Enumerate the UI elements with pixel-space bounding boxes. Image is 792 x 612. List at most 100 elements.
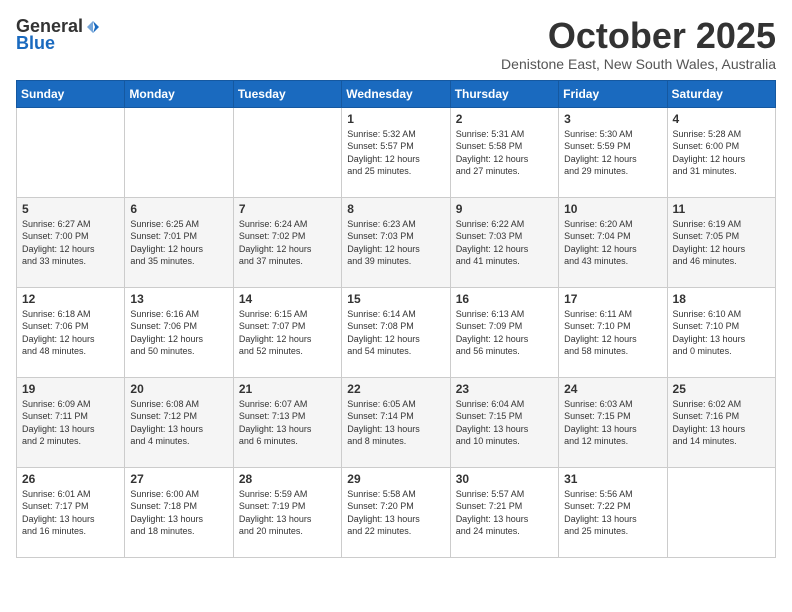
day-info: Sunrise: 6:27 AMSunset: 7:00 PMDaylight:… [22,218,119,268]
day-number: 11 [673,202,770,216]
day-number: 20 [130,382,227,396]
day-info: Sunrise: 6:03 AMSunset: 7:15 PMDaylight:… [564,398,661,448]
calendar-cell: 19 Sunrise: 6:09 AMSunset: 7:11 PMDayligh… [17,377,125,467]
day-of-week-header: Sunday [17,80,125,107]
calendar-cell: 27Sunrise: 6:00 AMSunset: 7:18 PMDayligh… [125,467,233,557]
calendar-cell [17,107,125,197]
day-info: Sunrise: 6:11 AMSunset: 7:10 PMDaylight:… [564,308,661,358]
calendar-cell: 12 Sunrise: 6:18 AMSunset: 7:06 PMDayligh… [17,287,125,377]
day-info: Sunrise: 6:24 AMSunset: 7:02 PMDaylight:… [239,218,336,268]
calendar-cell [125,107,233,197]
day-of-week-header: Friday [559,80,667,107]
day-of-week-header: Tuesday [233,80,341,107]
logo-blue-text: Blue [16,33,55,54]
day-of-week-header: Wednesday [342,80,450,107]
calendar-cell: 16Sunrise: 6:13 AMSunset: 7:09 PMDayligh… [450,287,558,377]
day-info: Sunrise: 6:18 AMSunset: 7:06 PMDaylight:… [22,308,119,358]
calendar-cell: 6 Sunrise: 6:25 AMSunset: 7:01 PMDaylight… [125,197,233,287]
calendar-cell: 25 Sunrise: 6:02 AMSunset: 7:16 PMDayligh… [667,377,775,467]
day-info: Sunrise: 5:56 AMSunset: 7:22 PMDaylight:… [564,488,661,538]
calendar-week-row: 5 Sunrise: 6:27 AMSunset: 7:00 PMDaylight… [17,197,776,287]
calendar-week-row: 12 Sunrise: 6:18 AMSunset: 7:06 PMDayligh… [17,287,776,377]
day-of-week-header: Thursday [450,80,558,107]
day-info: Sunrise: 6:20 AMSunset: 7:04 PMDaylight:… [564,218,661,268]
calendar-cell: 22 Sunrise: 6:05 AMSunset: 7:14 PMDayligh… [342,377,450,467]
day-info: Sunrise: 6:14 AMSunset: 7:08 PMDaylight:… [347,308,444,358]
calendar-cell: 4Sunrise: 5:28 AMSunset: 6:00 PMDaylight… [667,107,775,197]
calendar-cell: 26 Sunrise: 6:01 AMSunset: 7:17 PMDayligh… [17,467,125,557]
day-info: Sunrise: 6:10 AMSunset: 7:10 PMDaylight:… [673,308,770,358]
calendar-cell: 3 Sunrise: 5:30 AMSunset: 5:59 PMDaylight… [559,107,667,197]
day-info: Sunrise: 6:16 AMSunset: 7:06 PMDaylight:… [130,308,227,358]
month-title: October 2025 [501,16,776,56]
day-number: 16 [456,292,553,306]
calendar-cell [233,107,341,197]
day-number: 28 [239,472,336,486]
calendar-cell: 13Sunrise: 6:16 AMSunset: 7:06 PMDayligh… [125,287,233,377]
day-number: 12 [22,292,119,306]
day-number: 25 [673,382,770,396]
day-number: 3 [564,112,661,126]
calendar-cell: 10 Sunrise: 6:20 AMSunset: 7:04 PMDayligh… [559,197,667,287]
day-number: 1 [347,112,444,126]
calendar-cell: 5 Sunrise: 6:27 AMSunset: 7:00 PMDaylight… [17,197,125,287]
calendar-cell: 31Sunrise: 5:56 AMSunset: 7:22 PMDayligh… [559,467,667,557]
day-info: Sunrise: 5:58 AMSunset: 7:20 PMDaylight:… [347,488,444,538]
calendar-week-row: 1 Sunrise: 5:32 AMSunset: 5:57 PMDaylight… [17,107,776,197]
day-info: Sunrise: 5:59 AMSunset: 7:19 PMDaylight:… [239,488,336,538]
day-number: 18 [673,292,770,306]
day-number: 30 [456,472,553,486]
day-number: 26 [22,472,119,486]
calendar-cell: 21Sunrise: 6:07 AMSunset: 7:13 PMDayligh… [233,377,341,467]
day-info: Sunrise: 6:02 AMSunset: 7:16 PMDaylight:… [673,398,770,448]
header: General Blue October 2025 Denistone East… [16,16,776,72]
calendar-cell: 14 Sunrise: 6:15 AMSunset: 7:07 PMDayligh… [233,287,341,377]
calendar-cell: 18 Sunrise: 6:10 AMSunset: 7:10 PMDayligh… [667,287,775,377]
day-info: Sunrise: 5:30 AMSunset: 5:59 PMDaylight:… [564,128,661,178]
logo: General Blue [16,16,101,54]
day-info: Sunrise: 6:23 AMSunset: 7:03 PMDaylight:… [347,218,444,268]
day-info: Sunrise: 6:09 AMSunset: 7:11 PMDaylight:… [22,398,119,448]
day-number: 6 [130,202,227,216]
day-number: 9 [456,202,553,216]
calendar-cell: 20Sunrise: 6:08 AMSunset: 7:12 PMDayligh… [125,377,233,467]
day-info: Sunrise: 5:57 AMSunset: 7:21 PMDaylight:… [456,488,553,538]
day-number: 7 [239,202,336,216]
calendar-cell: 8 Sunrise: 6:23 AMSunset: 7:03 PMDaylight… [342,197,450,287]
calendar-cell: 30 Sunrise: 5:57 AMSunset: 7:21 PMDayligh… [450,467,558,557]
day-info: Sunrise: 6:05 AMSunset: 7:14 PMDaylight:… [347,398,444,448]
day-info: Sunrise: 5:31 AMSunset: 5:58 PMDaylight:… [456,128,553,178]
day-number: 29 [347,472,444,486]
day-info: Sunrise: 6:22 AMSunset: 7:03 PMDaylight:… [456,218,553,268]
day-info: Sunrise: 6:04 AMSunset: 7:15 PMDaylight:… [456,398,553,448]
day-number: 8 [347,202,444,216]
day-info: Sunrise: 6:15 AMSunset: 7:07 PMDaylight:… [239,308,336,358]
calendar-cell [667,467,775,557]
day-number: 22 [347,382,444,396]
calendar-cell: 17Sunrise: 6:11 AMSunset: 7:10 PMDayligh… [559,287,667,377]
calendar-cell: 9 Sunrise: 6:22 AMSunset: 7:03 PMDaylight… [450,197,558,287]
day-number: 24 [564,382,661,396]
day-number: 10 [564,202,661,216]
calendar-week-row: 26 Sunrise: 6:01 AMSunset: 7:17 PMDayligh… [17,467,776,557]
day-info: Sunrise: 6:25 AMSunset: 7:01 PMDaylight:… [130,218,227,268]
calendar-cell: 11Sunrise: 6:19 AMSunset: 7:05 PMDayligh… [667,197,775,287]
calendar-cell: 15Sunrise: 6:14 AMSunset: 7:08 PMDayligh… [342,287,450,377]
logo-icon [85,19,101,35]
day-number: 19 [22,382,119,396]
calendar-cell: 1 Sunrise: 5:32 AMSunset: 5:57 PMDaylight… [342,107,450,197]
day-number: 2 [456,112,553,126]
day-info: Sunrise: 5:32 AMSunset: 5:57 PMDaylight:… [347,128,444,178]
day-info: Sunrise: 6:01 AMSunset: 7:17 PMDaylight:… [22,488,119,538]
day-info: Sunrise: 5:28 AMSunset: 6:00 PMDaylight:… [673,128,770,178]
calendar-cell: 29 Sunrise: 5:58 AMSunset: 7:20 PMDayligh… [342,467,450,557]
day-number: 23 [456,382,553,396]
day-info: Sunrise: 6:00 AMSunset: 7:18 PMDaylight:… [130,488,227,538]
calendar-cell: 24 Sunrise: 6:03 AMSunset: 7:15 PMDayligh… [559,377,667,467]
day-number: 5 [22,202,119,216]
calendar-week-row: 19 Sunrise: 6:09 AMSunset: 7:11 PMDayligh… [17,377,776,467]
calendar-cell: 23 Sunrise: 6:04 AMSunset: 7:15 PMDayligh… [450,377,558,467]
title-area: October 2025 Denistone East, New South W… [501,16,776,72]
day-number: 14 [239,292,336,306]
calendar-cell: 28 Sunrise: 5:59 AMSunset: 7:19 PMDayligh… [233,467,341,557]
